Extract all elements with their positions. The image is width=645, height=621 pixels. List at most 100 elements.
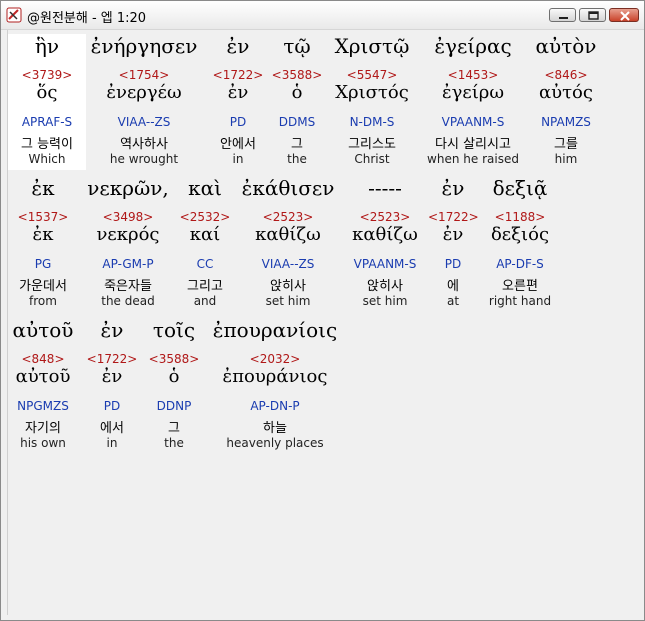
lemma: νεκρός (96, 224, 160, 245)
word-cell[interactable]: νεκρῶν, <3498> νεκρός AP-GM-P 죽은자들 the d… (84, 176, 172, 312)
app-logo-icon (6, 7, 22, 23)
korean-gloss: 오른편 (502, 279, 538, 294)
english-gloss: right hand (488, 294, 552, 308)
lemma: ἐκ (32, 224, 54, 245)
parsing-code: PD (229, 115, 247, 129)
korean-gloss: 그리스도 (348, 137, 396, 152)
korean-gloss: 다시 살리시고 (435, 137, 511, 152)
word-cell[interactable]: ----- <2523> καθίζω VPAANM-S 앉히사 set him (344, 176, 426, 312)
lemma: ὅς (36, 82, 58, 103)
parsing-code: NPAMZS (541, 115, 591, 129)
word-cell[interactable]: ἐκάθισεν <2523> καθίζω VIAA--ZS 앉히사 set … (236, 176, 340, 312)
korean-gloss: 죽은자들 (104, 279, 152, 294)
word-cell[interactable]: ἣν <3739> ὅς APRAF-S 그 능력이 Which (8, 34, 86, 170)
word-cell[interactable]: ἐν <1722> ἐν PD 에서 in (84, 318, 140, 454)
lemma: ὁ (291, 82, 303, 103)
maximize-button[interactable] (579, 8, 606, 22)
greek-word: ἐν (100, 318, 124, 342)
strong-number: <2523> (359, 210, 411, 224)
word-cell[interactable]: αὐτὸν <846> αὐτός NPAMZS 그를 him (528, 34, 604, 170)
greek-word: ἐκ (31, 176, 55, 200)
parsing-code: AP-GM-P (102, 257, 154, 271)
english-gloss: Christ (354, 152, 390, 166)
word-cell[interactable]: ἐν <1722> ἐν PD 안에서 in (210, 34, 266, 170)
parsing-code: PD (103, 399, 121, 413)
greek-word: τοῖς (152, 318, 196, 342)
word-cell[interactable]: Χριστῷ <5547> Χριστός N-DM-S 그리스도 Christ (326, 34, 418, 170)
greek-word: νεκρῶν, (87, 176, 169, 200)
parsing-code: VPAANM-S (353, 257, 417, 271)
app-window: @원전분해 - 엡 1:20 ἣν <3739> ὅς APRAF-S 그 능력… (0, 0, 645, 621)
strong-number: <1754> (118, 68, 170, 82)
interlinear-panel: ἣν <3739> ὅς APRAF-S 그 능력이 Which ἐνήργησ… (7, 30, 640, 615)
lemma: ἐπουράνιος (222, 366, 328, 387)
greek-word: αὐτὸν (535, 34, 597, 58)
close-icon (620, 11, 630, 21)
lemma: καί (189, 224, 221, 245)
parsing-code: DDMS (278, 115, 316, 129)
parsing-code: NPGMZS (17, 399, 69, 413)
english-gloss: when he raised (427, 152, 519, 166)
lemma: αὐτός (539, 82, 593, 103)
greek-word: ἐν (441, 176, 465, 200)
word-cell[interactable]: τῷ <3588> ὁ DDMS 그 the (270, 34, 324, 170)
word-cell[interactable]: ἐπουρανίοις <2032> ἐπουράνιος AP-DN-P 하늘… (208, 318, 342, 454)
parsing-code: PG (34, 257, 52, 271)
strong-number: <1722> (428, 210, 479, 224)
strong-number: <3588> (271, 68, 323, 82)
word-cell[interactable]: τοῖς <3588> ὁ DDNP 그 the (144, 318, 204, 454)
parsing-code: APRAF-S (21, 115, 73, 129)
strong-number: <1188> (494, 210, 546, 224)
greek-word: ἐπουρανίοις (212, 318, 338, 342)
lemma: καθίζω (352, 224, 418, 245)
parsing-code: VIAA--ZS (261, 257, 315, 271)
lemma: καθίζω (255, 224, 321, 245)
strong-number: <2032> (249, 352, 301, 366)
word-cell[interactable]: αὐτοῦ <848> αὐτοῦ NPGMZS 자기의 his own (8, 318, 78, 454)
korean-gloss: 그리고 (187, 279, 223, 294)
word-cell[interactable]: καὶ <2532> καί CC 그리고 and (176, 176, 234, 312)
word-cell[interactable]: ἐν <1722> ἐν PD 에 at (428, 176, 479, 312)
lemma: Χριστός (335, 82, 409, 103)
english-gloss: him (554, 152, 578, 166)
english-gloss: Which (28, 152, 66, 166)
korean-gloss: 그 (291, 137, 303, 152)
english-gloss: at (446, 294, 460, 308)
word-cell[interactable]: ἐνήργησεν <1754> ἐνεργέω VIAA--ZS 역사하사 h… (88, 34, 200, 170)
english-gloss: the dead (101, 294, 155, 308)
title-bar[interactable]: @원전분해 - 엡 1:20 (1, 1, 644, 30)
lemma: ἐν (101, 366, 123, 387)
english-gloss: in (106, 436, 118, 450)
greek-word: ἣν (34, 34, 60, 58)
lemma: αὐτοῦ (15, 366, 71, 387)
english-gloss: his own (20, 436, 66, 450)
english-gloss: the (287, 152, 307, 166)
close-button[interactable] (609, 8, 639, 22)
korean-gloss: 앉히사 (270, 279, 306, 294)
parsing-code: VPAANM-S (441, 115, 505, 129)
maximize-icon (588, 11, 599, 20)
parsing-code: PD (444, 257, 462, 271)
greek-word: ----- (368, 176, 402, 200)
word-cell[interactable]: ἐγείρας <1453> ἐγείρω VPAANM-S 다시 살리시고 w… (420, 34, 526, 170)
lemma: ἐν (227, 82, 249, 103)
minimize-icon (559, 17, 568, 19)
parsing-code: AP-DN-P (250, 399, 300, 413)
korean-gloss: 가운데서 (19, 279, 67, 294)
parsing-code: VIAA--ZS (117, 115, 171, 129)
greek-word: ἐγείρας (434, 34, 512, 58)
word-cell[interactable]: ἐκ <1537> ἐκ PG 가운데서 from (8, 176, 78, 312)
lemma: ἐν (442, 224, 464, 245)
korean-gloss: 그를 (554, 137, 578, 152)
strong-number: <5547> (346, 68, 398, 82)
parsing-code: CC (196, 257, 214, 271)
strong-number: <1722> (86, 352, 138, 366)
greek-word: Χριστῷ (334, 34, 410, 58)
english-gloss: set him (265, 294, 311, 308)
strong-number: <1537> (17, 210, 69, 224)
korean-gloss: 자기의 (25, 421, 61, 436)
word-cell[interactable]: δεξιᾷ <1188> δεξιός AP-DF-S 오른편 right ha… (482, 176, 558, 312)
lemma: ὁ (168, 366, 180, 387)
korean-gloss: 앉히사 (367, 279, 403, 294)
minimize-button[interactable] (549, 8, 576, 22)
